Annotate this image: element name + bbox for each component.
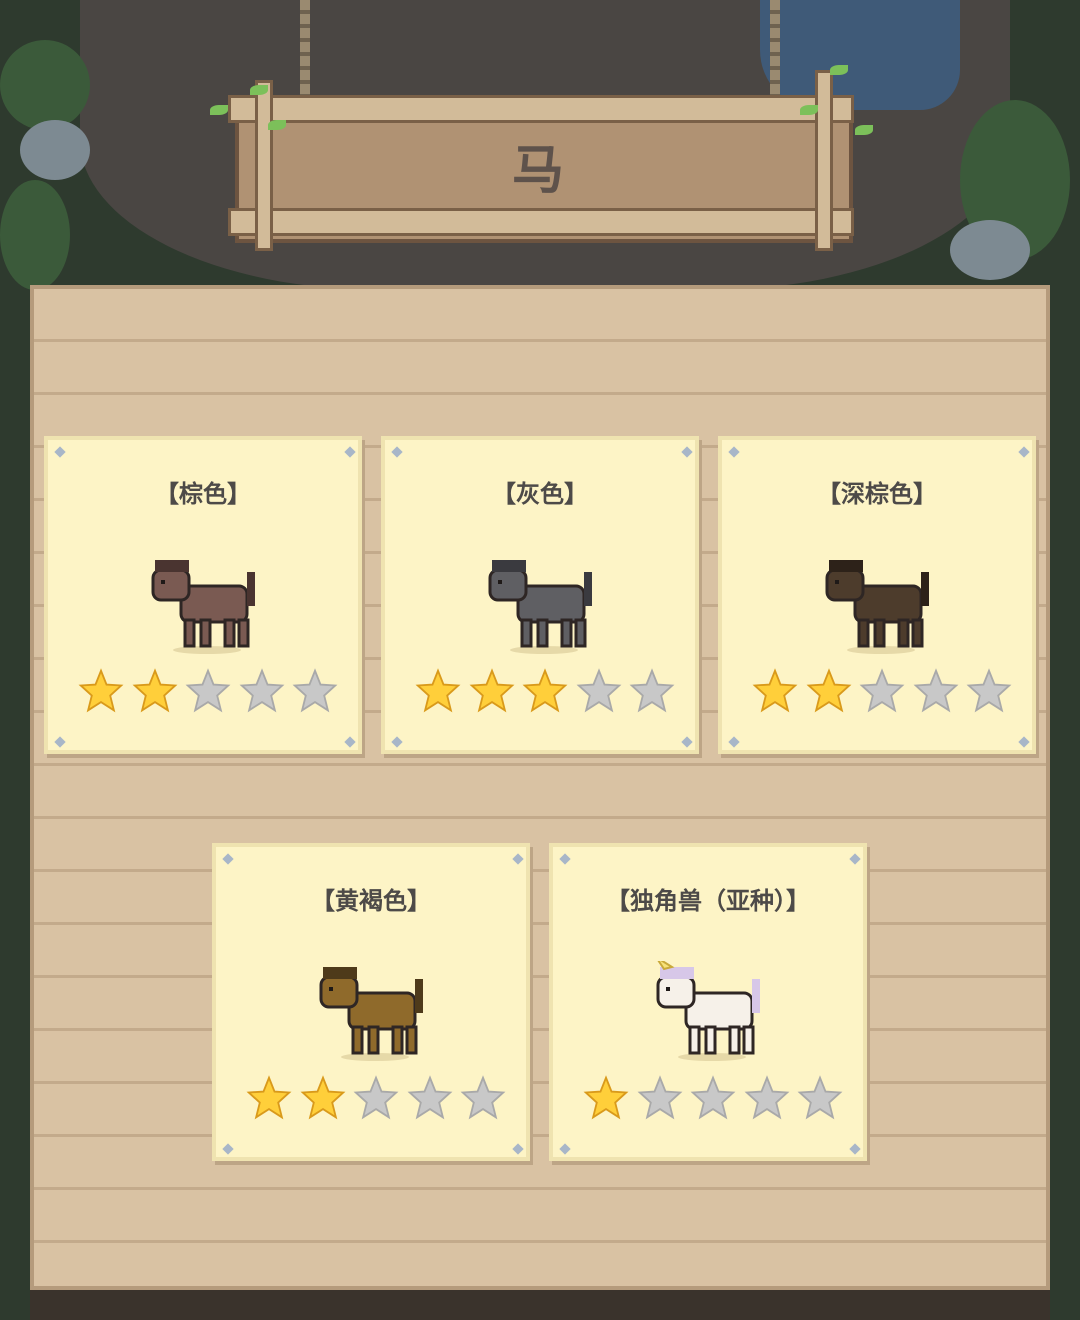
horse-icon <box>151 560 255 654</box>
star-filled-icon <box>806 668 851 713</box>
pin-icon <box>344 736 356 748</box>
pin-icon <box>222 853 234 865</box>
star-empty-icon <box>913 668 958 713</box>
horse-icon <box>488 560 592 654</box>
horse-icon <box>319 967 423 1061</box>
sign-title: 马 <box>511 141 568 201</box>
pin-icon <box>849 1143 861 1155</box>
pin-icon <box>681 736 693 748</box>
star-empty-icon <box>185 668 231 713</box>
horse-icon <box>825 560 929 654</box>
rating-stars <box>78 668 338 718</box>
star-empty-icon <box>576 668 621 713</box>
bush <box>950 220 1030 280</box>
leaf-icon <box>210 105 228 115</box>
pin-icon <box>54 446 66 458</box>
star-empty-icon <box>859 668 905 713</box>
pin-icon <box>512 853 524 865</box>
star-empty-icon <box>353 1075 399 1120</box>
sign-rail <box>228 208 854 236</box>
rating-stars <box>752 668 1012 718</box>
pin-icon <box>391 446 403 458</box>
pin-icon <box>54 736 66 748</box>
star-empty-icon <box>292 668 338 713</box>
pin-icon <box>1018 736 1030 748</box>
variant-card-dark-brown[interactable]: 【深棕色】 <box>718 436 1036 754</box>
variant-name: 【深棕色】 <box>817 480 937 508</box>
pin-icon <box>849 853 861 865</box>
rating-stars <box>246 1075 506 1125</box>
sign-rail <box>228 95 854 123</box>
star-filled-icon <box>752 668 798 713</box>
unicorn-icon <box>656 961 760 1061</box>
star-empty-icon <box>690 1075 736 1120</box>
variant-name: 【棕色】 <box>155 480 251 508</box>
star-empty-icon <box>797 1075 843 1120</box>
panel-base <box>30 1290 1050 1320</box>
pin-icon <box>344 446 356 458</box>
variant-card-tan[interactable]: 【黄褐色】 <box>212 843 530 1161</box>
pin-icon <box>559 853 571 865</box>
star-filled-icon <box>469 668 514 713</box>
sign-rope <box>300 0 310 110</box>
star-filled-icon <box>246 1075 292 1120</box>
sign-rope <box>770 0 780 110</box>
star-filled-icon <box>583 1075 629 1120</box>
star-empty-icon <box>239 668 284 713</box>
bush <box>0 180 70 290</box>
star-filled-icon <box>415 668 461 713</box>
star-empty-icon <box>629 668 675 713</box>
pin-icon <box>512 1143 524 1155</box>
variant-name: 【独角兽（亚种）】 <box>606 887 810 915</box>
star-filled-icon <box>300 1075 345 1120</box>
pin-icon <box>1018 446 1030 458</box>
rating-stars <box>415 668 675 718</box>
pin-icon <box>559 1143 571 1155</box>
leaf-icon <box>830 65 848 75</box>
star-empty-icon <box>637 1075 682 1120</box>
star-filled-icon <box>132 668 177 713</box>
star-empty-icon <box>407 1075 452 1120</box>
star-empty-icon <box>966 668 1012 713</box>
star-empty-icon <box>460 1075 506 1120</box>
star-filled-icon <box>522 668 568 713</box>
variant-card-unicorn[interactable]: 【独角兽（亚种）】 <box>549 843 867 1161</box>
leaf-icon <box>855 125 873 135</box>
variant-card-gray[interactable]: 【灰色】 <box>381 436 699 754</box>
star-empty-icon <box>744 1075 789 1120</box>
rating-stars <box>583 1075 843 1125</box>
pin-icon <box>391 736 403 748</box>
pin-icon <box>728 736 740 748</box>
leaf-icon <box>800 105 818 115</box>
pin-icon <box>222 1143 234 1155</box>
leaf-icon <box>250 85 268 95</box>
pin-icon <box>681 446 693 458</box>
pond <box>760 0 960 110</box>
bush <box>20 120 90 180</box>
variant-name: 【黄褐色】 <box>311 887 431 915</box>
variant-card-brown[interactable]: 【棕色】 <box>44 436 362 754</box>
star-filled-icon <box>78 668 124 713</box>
pin-icon <box>728 446 740 458</box>
bush <box>0 40 90 130</box>
variant-name: 【灰色】 <box>492 480 588 508</box>
